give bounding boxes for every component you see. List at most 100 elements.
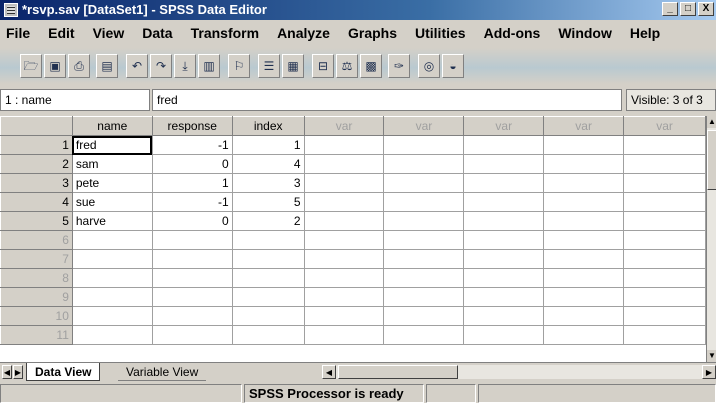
cell-name[interactable]: fred — [71, 135, 153, 155]
cell-var[interactable] — [623, 154, 706, 174]
show-all-icon[interactable]: ◒ — [442, 54, 464, 78]
cell-var[interactable] — [463, 154, 545, 174]
cell-var[interactable] — [463, 173, 545, 193]
tab-variable-view[interactable]: Variable View — [118, 363, 207, 381]
cell-var[interactable] — [383, 325, 465, 345]
row-number[interactable]: 1 — [0, 135, 73, 155]
scroll-up-icon[interactable]: ▲ — [707, 116, 716, 128]
value-labels-icon[interactable]: ✑ — [388, 54, 410, 78]
cell-response[interactable]: 0 — [151, 211, 233, 231]
cell-var[interactable] — [623, 268, 706, 288]
cell-var[interactable] — [303, 325, 385, 345]
cell-var[interactable] — [543, 192, 625, 212]
insert-cases-icon[interactable]: ☰ — [258, 54, 280, 78]
cell-response[interactable]: 0 — [151, 154, 233, 174]
cell-var[interactable] — [623, 173, 706, 193]
cell-var[interactable] — [303, 268, 385, 288]
title-bar[interactable]: *rsvp.sav [DataSet1] - SPSS Data Editor … — [0, 0, 716, 20]
column-header-var[interactable]: var — [543, 116, 625, 136]
cell-var[interactable] — [463, 306, 545, 326]
column-header-var[interactable]: var — [463, 116, 545, 136]
cell-response[interactable] — [151, 249, 233, 269]
redo-icon[interactable]: ↷ — [150, 54, 172, 78]
cell-name[interactable]: harve — [71, 211, 153, 231]
cell-index[interactable]: 2 — [231, 211, 305, 231]
cell-response[interactable]: -1 — [151, 135, 233, 155]
cell-var[interactable] — [623, 306, 706, 326]
cell-index[interactable]: 4 — [231, 154, 305, 174]
vertical-scrollbar[interactable]: ▲ ▼ — [706, 116, 716, 362]
cell-index[interactable]: 1 — [231, 135, 305, 155]
cell-value-input[interactable]: fred — [152, 89, 622, 111]
cell-var[interactable] — [623, 249, 706, 269]
cell-name[interactable] — [71, 306, 153, 326]
menu-graphs[interactable]: Graphs — [339, 22, 406, 44]
cell-var[interactable] — [543, 268, 625, 288]
cell-var[interactable] — [463, 268, 545, 288]
horizontal-scrollbar[interactable]: ◀ ▶ — [322, 365, 716, 379]
cell-index[interactable] — [231, 268, 305, 288]
split-file-icon[interactable]: ⊟ — [312, 54, 334, 78]
cell-name[interactable] — [71, 325, 153, 345]
cell-var[interactable] — [383, 230, 465, 250]
menu-view[interactable]: View — [84, 22, 134, 44]
menu-edit[interactable]: Edit — [39, 22, 83, 44]
cell-var[interactable] — [543, 249, 625, 269]
cell-var[interactable] — [543, 173, 625, 193]
scroll-right-icon[interactable]: ▶ — [702, 365, 716, 379]
cell-var[interactable] — [623, 211, 706, 231]
cell-var[interactable] — [463, 287, 545, 307]
cell-var[interactable] — [303, 249, 385, 269]
column-header-index[interactable]: index — [231, 116, 305, 136]
select-cases-icon[interactable]: ▩ — [360, 54, 382, 78]
menu-transform[interactable]: Transform — [182, 22, 268, 44]
cell-index[interactable] — [231, 306, 305, 326]
cell-var[interactable] — [383, 192, 465, 212]
cell-index[interactable] — [231, 325, 305, 345]
cell-response[interactable] — [151, 287, 233, 307]
row-number[interactable]: 9 — [0, 287, 73, 307]
cell-var[interactable] — [623, 230, 706, 250]
cell-var[interactable] — [543, 306, 625, 326]
row-number[interactable]: 8 — [0, 268, 73, 288]
cell-var[interactable] — [383, 268, 465, 288]
cell-var[interactable] — [543, 154, 625, 174]
row-number[interactable]: 3 — [0, 173, 73, 193]
cell-var[interactable] — [623, 287, 706, 307]
menu-help[interactable]: Help — [621, 22, 669, 44]
menu-utilities[interactable]: Utilities — [406, 22, 475, 44]
cell-index[interactable] — [231, 287, 305, 307]
cell-var[interactable] — [383, 135, 465, 155]
cell-var[interactable] — [463, 135, 545, 155]
minimize-button[interactable]: _ — [662, 2, 678, 16]
column-header-var[interactable]: var — [303, 116, 385, 136]
row-number[interactable]: 4 — [0, 192, 73, 212]
column-header-var[interactable]: var — [623, 116, 706, 136]
cell-var[interactable] — [463, 249, 545, 269]
open-icon[interactable]: 🗁 — [20, 54, 42, 78]
close-button[interactable]: X — [698, 2, 714, 16]
cell-index[interactable] — [231, 249, 305, 269]
cell-var[interactable] — [303, 230, 385, 250]
row-number[interactable]: 5 — [0, 211, 73, 231]
cell-var[interactable] — [623, 135, 706, 155]
vertical-scroll-thumb[interactable] — [707, 130, 716, 190]
menu-data[interactable]: Data — [133, 22, 181, 44]
tab-prev-icon[interactable]: ◀ — [2, 365, 12, 379]
horizontal-scroll-thumb[interactable] — [338, 365, 458, 379]
cell-index[interactable]: 5 — [231, 192, 305, 212]
cell-var[interactable] — [463, 211, 545, 231]
cell-response[interactable] — [151, 306, 233, 326]
save-icon[interactable]: ▣ — [44, 54, 66, 78]
insert-variable-icon[interactable]: ▦ — [282, 54, 304, 78]
scroll-left-icon[interactable]: ◀ — [322, 365, 336, 379]
cell-var[interactable] — [303, 211, 385, 231]
cell-var[interactable] — [543, 230, 625, 250]
cell-var[interactable] — [543, 135, 625, 155]
cell-var[interactable] — [383, 211, 465, 231]
menu-window[interactable]: Window — [549, 22, 621, 44]
undo-icon[interactable]: ↶ — [126, 54, 148, 78]
cell-var[interactable] — [303, 306, 385, 326]
cell-var[interactable] — [383, 306, 465, 326]
cell-name[interactable] — [71, 249, 153, 269]
